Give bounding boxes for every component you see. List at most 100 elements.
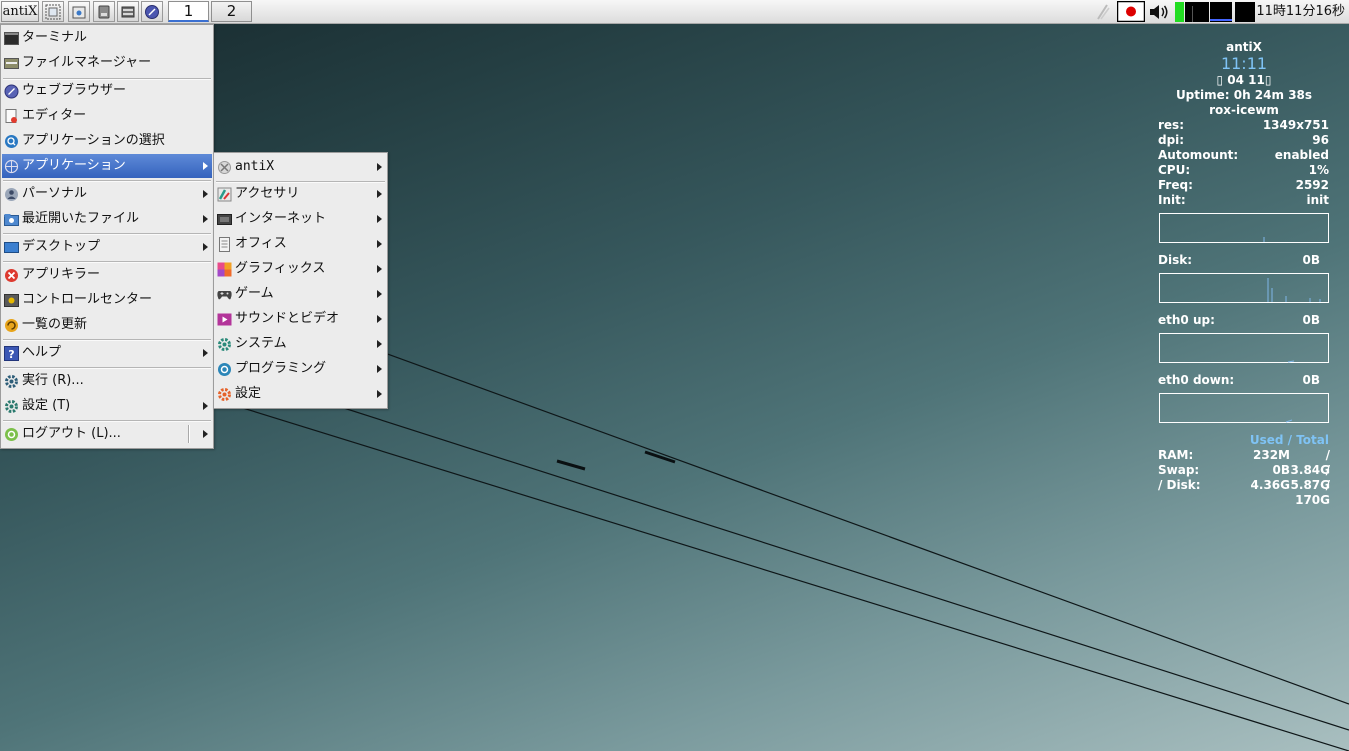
menu-item-app-select[interactable]: アプリケーションの選択 xyxy=(2,129,212,153)
menu-item-help[interactable]: ? ヘルプ xyxy=(2,341,212,365)
menu-item-run[interactable]: 実行 (R)... xyxy=(2,369,212,393)
submenu-arrow-icon xyxy=(377,190,382,198)
conky-stat-key: Automount: xyxy=(1158,148,1239,162)
system-icon xyxy=(217,337,232,352)
conky-memory-row: Swap: 0B/ 5.87G xyxy=(1158,463,1330,492)
start-menu: ターミナル ファイルマネージャー ウェブブラウザー エディター アプリケーション… xyxy=(0,24,214,449)
programming-icon xyxy=(217,362,232,377)
submenu-item-system[interactable]: システム xyxy=(215,332,386,356)
start-menu-button[interactable]: antiX xyxy=(1,1,39,22)
conky-stat-value: 1349x751 xyxy=(1262,118,1329,132)
applications-icon xyxy=(4,159,19,174)
submenu-arrow-icon xyxy=(377,290,382,298)
conky-stat-row: res: 1349x751 xyxy=(1158,118,1330,133)
conky-stat-value: 2592 xyxy=(1295,178,1329,192)
conky-stat-key: res: xyxy=(1158,118,1184,132)
menu-item-file-manager[interactable]: ファイルマネージャー xyxy=(2,51,212,75)
submenu-arrow-icon xyxy=(203,215,208,223)
flag-japan-icon[interactable] xyxy=(1116,0,1146,26)
menu-item-app-killer[interactable]: アプリキラー xyxy=(2,263,212,287)
submenu-arrow-icon xyxy=(203,430,208,438)
submenu-item-games[interactable]: ゲーム xyxy=(215,282,386,306)
menu-divider xyxy=(188,425,190,443)
editor-icon xyxy=(4,109,19,124)
submenu-item-settings[interactable]: 設定 xyxy=(215,382,386,406)
menu-item-refresh[interactable]: 一覧の更新 xyxy=(2,313,212,337)
submenu-item-graphics[interactable]: グラフィックス xyxy=(215,257,386,281)
submenu-item-programming[interactable]: プログラミング xyxy=(215,357,386,381)
games-icon xyxy=(217,287,232,302)
submenu-arrow-icon xyxy=(203,162,208,170)
menu-item-web-browser[interactable]: ウェブブラウザー xyxy=(2,79,212,103)
recent-files-icon xyxy=(4,212,19,227)
memory-monitor-icon xyxy=(1210,2,1232,26)
conky-eth-up-row: eth0 up: 0B xyxy=(1158,313,1320,327)
office-icon xyxy=(217,237,232,252)
submenu-item-internet[interactable]: インターネット xyxy=(215,207,386,231)
taskbar: antiX 1 2 11時11分16秒 xyxy=(0,0,1349,24)
cpu-graph xyxy=(1159,213,1329,243)
calendar-icon: ▯ xyxy=(1216,73,1228,87)
conky-uptime: Uptime: 0h 24m 38s xyxy=(1175,88,1313,102)
conky-used-total-header: Used / Total xyxy=(1249,433,1329,447)
submenu-arrow-icon xyxy=(203,243,208,251)
submenu-arrow-icon xyxy=(377,365,382,373)
taskbar-clock[interactable]: 11時11分16秒 xyxy=(1256,0,1345,24)
browser-icon[interactable] xyxy=(141,1,163,22)
submenu-item-antix[interactable]: antiX xyxy=(215,155,386,179)
conky-time: 11:11 xyxy=(1220,54,1268,73)
menu-item-desktop[interactable]: デスクトップ xyxy=(2,235,212,259)
menu-item-recent-files[interactable]: 最近開いたファイル xyxy=(2,207,212,231)
eth0-up-graph xyxy=(1159,333,1329,363)
app-select-icon xyxy=(4,134,19,149)
submenu-arrow-icon xyxy=(377,215,382,223)
disk-graph xyxy=(1159,273,1329,303)
network-icon[interactable] xyxy=(1095,3,1111,25)
logout-icon xyxy=(4,427,19,442)
storage-icon[interactable] xyxy=(93,1,115,22)
conky-stat-row: Automount: enabled xyxy=(1158,148,1330,163)
file-manager-icon[interactable] xyxy=(68,1,90,22)
submenu-arrow-icon xyxy=(377,390,382,398)
conky-stat-key: CPU: xyxy=(1158,163,1191,177)
workspace-1-button[interactable]: 1 xyxy=(168,1,209,22)
conky-stat-value: 1% xyxy=(1308,163,1329,177)
conky-eth-down-row: eth0 down: 0B xyxy=(1158,373,1320,387)
menu-item-editor[interactable]: エディター xyxy=(2,104,212,128)
fullscreen-icon[interactable] xyxy=(42,1,64,22)
conky-stat-value: enabled xyxy=(1274,148,1329,162)
conky-date-value: 04 11 xyxy=(1227,73,1265,87)
menu-item-logout[interactable]: ログアウト (L)... xyxy=(2,422,212,446)
antix-icon xyxy=(217,160,232,175)
menu-item-applications[interactable]: アプリケーション xyxy=(2,154,212,178)
eth0-down-graph xyxy=(1159,393,1329,423)
conky-hostname: antiX xyxy=(1226,40,1262,54)
menu-item-settings[interactable]: 設定 (T) xyxy=(2,394,212,418)
desktop-icon xyxy=(4,240,19,255)
submenu-item-sound-video[interactable]: サウンドとビデオ xyxy=(215,307,386,331)
volume-icon[interactable] xyxy=(1148,3,1170,25)
file-manager-icon xyxy=(4,56,19,71)
submenu-arrow-icon xyxy=(377,265,382,273)
conky-stat-row: Init: init xyxy=(1158,193,1330,208)
menu-item-terminal[interactable]: ターミナル xyxy=(2,26,212,50)
cpu-monitor-icon xyxy=(1175,2,1209,26)
conky-stat-value: init xyxy=(1306,193,1329,207)
menu-item-control-center[interactable]: コントロールセンター xyxy=(2,288,212,312)
sound-video-icon xyxy=(217,312,232,327)
personal-icon xyxy=(4,187,19,202)
network-monitor-icon xyxy=(1235,2,1255,26)
conky-stat-key: Init: xyxy=(1158,193,1186,207)
accessories-icon xyxy=(217,187,232,202)
conky-stat-row: dpi: 96 xyxy=(1158,133,1330,148)
submenu-item-accessories[interactable]: アクセサリ xyxy=(215,182,386,206)
window-list-icon[interactable] xyxy=(117,1,139,22)
menu-item-personal[interactable]: パーソナル xyxy=(2,182,212,206)
submenu-item-office[interactable]: オフィス xyxy=(215,232,386,256)
submenu-arrow-icon xyxy=(203,402,208,410)
applications-submenu: antiX アクセサリ インターネット オフィス グラフィックス ゲーム サウン… xyxy=(213,152,388,409)
submenu-arrow-icon xyxy=(203,190,208,198)
conky-disk-row: Disk: 0B xyxy=(1158,253,1320,267)
refresh-icon xyxy=(4,318,19,333)
workspace-2-button[interactable]: 2 xyxy=(211,1,252,22)
